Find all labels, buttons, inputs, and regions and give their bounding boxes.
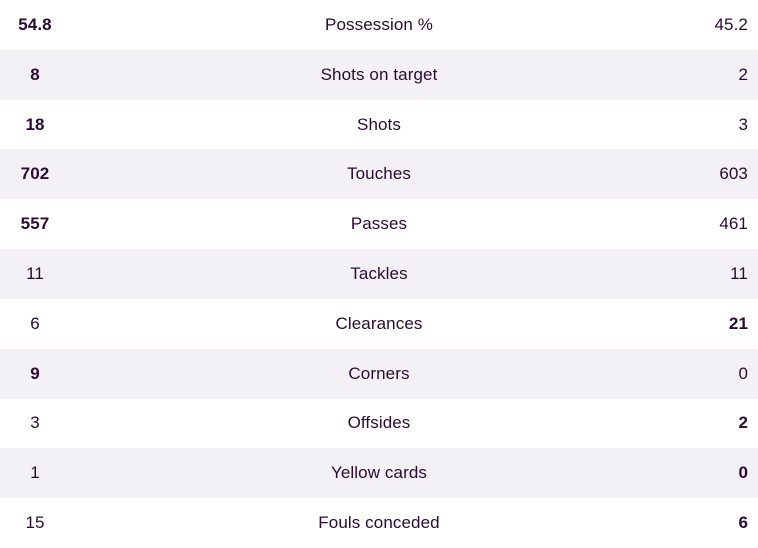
stat-label: Touches <box>346 164 412 184</box>
away-team-value: 461 <box>719 214 748 234</box>
home-team-value: 1 <box>30 463 40 483</box>
away-team-value: 6 <box>738 513 748 533</box>
away-team-value: 3 <box>738 114 748 134</box>
match-stats-table: 54.8 Possession % 45.2 8 Shots on target 2 18 S… <box>0 0 758 548</box>
stat-label: Corners <box>348 363 410 383</box>
away-team-value: 2 <box>738 64 748 84</box>
home-team-value: 702 <box>20 164 50 184</box>
away-team-value: 603 <box>719 164 748 184</box>
table-row: 6 Clearances 21 <box>0 298 758 349</box>
home-team-value: 54.8 <box>18 14 52 34</box>
stat-label: Shots on target <box>320 64 438 84</box>
home-team-value: 18 <box>25 114 45 134</box>
stat-label: Clearances <box>335 313 423 333</box>
table-row: 9 Corners 0 <box>0 348 758 399</box>
stat-label: Yellow cards <box>330 463 427 483</box>
stat-label: Fouls conceded <box>318 513 440 533</box>
home-team-value: 6 <box>30 313 40 333</box>
table-row: 702 Touches 603 <box>0 149 758 200</box>
stat-label: Tackles <box>350 263 408 283</box>
table-row: 8 Shots on target 2 <box>0 49 758 100</box>
stat-label: Possession % <box>325 14 433 34</box>
away-team-value: 21 <box>728 313 748 333</box>
table-row: 18 Shots 3 <box>0 99 758 150</box>
home-team-value: 3 <box>30 413 40 433</box>
table-row: 557 Passes 461 <box>0 199 758 250</box>
table-row: 54.8 Possession % 45.2 <box>0 0 758 50</box>
table-row: 3 Offsides 2 <box>0 398 758 449</box>
away-team-value: 45.2 <box>714 14 748 34</box>
home-team-value: 9 <box>30 363 40 383</box>
stat-label: Passes <box>350 214 408 234</box>
home-team-value: 11 <box>26 263 44 283</box>
stat-label: Shots <box>357 114 401 134</box>
away-team-value: 0 <box>738 463 748 483</box>
table-row: 11 Tackles 11 <box>0 249 758 299</box>
home-team-value: 15 <box>25 513 45 533</box>
away-team-value: 0 <box>738 363 748 383</box>
table-row: 1 Yellow cards 0 <box>0 448 758 499</box>
home-team-value: 8 <box>30 64 40 84</box>
home-team-value: 557 <box>20 214 50 234</box>
table-row: 15 Fouls conceded 6 <box>0 498 758 548</box>
stat-label: Offsides <box>347 413 411 433</box>
away-team-value: 2 <box>738 413 748 433</box>
away-team-value: 11 <box>730 263 748 283</box>
